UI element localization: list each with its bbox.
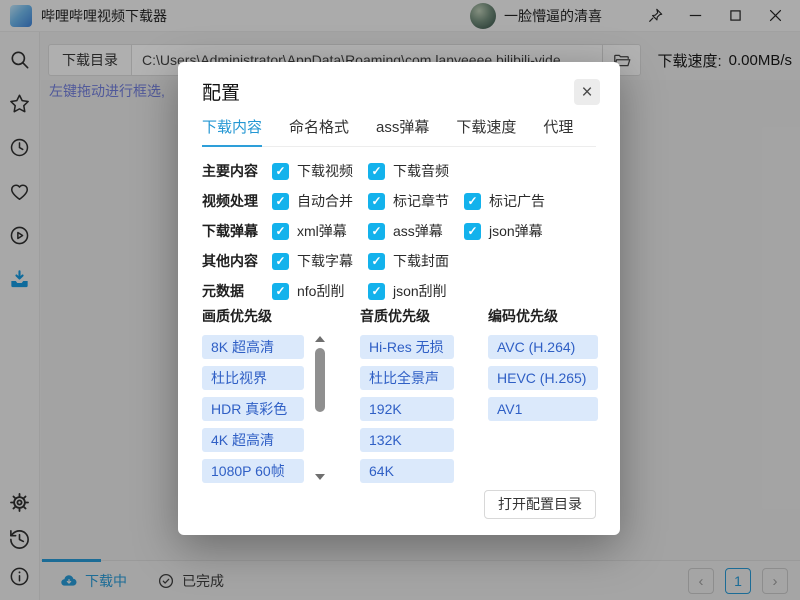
checkbox-download-video[interactable] bbox=[272, 163, 289, 180]
audio-item[interactable]: 192K bbox=[360, 397, 454, 421]
app-window: 哔哩哔哩视频下载器 一脸懵逼的清喜 bbox=[0, 0, 800, 600]
tab-ass-danmaku[interactable]: ass弹幕 bbox=[376, 116, 429, 146]
tab-download-speed[interactable]: 下载速度 bbox=[456, 116, 516, 146]
tab-download-content[interactable]: 下载内容 bbox=[202, 116, 262, 147]
priority-section: 画质优先级 8K 超高清 杜比视界 HDR 真彩色 4K 超高清 1080P 6… bbox=[202, 306, 596, 482]
row-other-content: 其他内容 下载字幕 下载封面 bbox=[202, 246, 560, 276]
quality-list-scrollbar[interactable] bbox=[314, 334, 326, 482]
config-dialog: 配置 下载内容 命名格式 ass弹幕 下载速度 代理 主要内容 下载视频 下载音… bbox=[178, 62, 620, 535]
row-video-processing: 视频处理 自动合并 标记章节 标记广告 bbox=[202, 186, 560, 216]
audio-item[interactable]: 64K bbox=[360, 459, 454, 483]
scrollbar-thumb[interactable] bbox=[315, 348, 325, 412]
audio-item[interactable]: 132K bbox=[360, 428, 454, 452]
checkbox-mark-ads[interactable] bbox=[464, 193, 481, 210]
checkbox-download-audio[interactable] bbox=[368, 163, 385, 180]
dialog-close-icon[interactable] bbox=[574, 79, 600, 105]
quality-item[interactable]: 1080P 60帧 bbox=[202, 459, 304, 483]
tab-proxy[interactable]: 代理 bbox=[543, 116, 573, 146]
codec-item[interactable]: AV1 bbox=[488, 397, 598, 421]
scroll-up-arrow-icon[interactable] bbox=[315, 336, 325, 342]
quality-item[interactable]: HDR 真彩色 bbox=[202, 397, 304, 421]
quality-item[interactable]: 杜比视界 bbox=[202, 366, 304, 390]
audio-item[interactable]: 杜比全景声 bbox=[360, 366, 454, 390]
checkbox-mark-chapters[interactable] bbox=[368, 193, 385, 210]
video-quality-priority-list: 画质优先级 8K 超高清 杜比视界 HDR 真彩色 4K 超高清 1080P 6… bbox=[202, 306, 326, 490]
checkbox-download-subtitles[interactable] bbox=[272, 253, 289, 270]
row-main-content: 主要内容 下载视频 下载音频 bbox=[202, 156, 560, 186]
checkbox-json-scrape[interactable] bbox=[368, 283, 385, 300]
tab-naming-format[interactable]: 命名格式 bbox=[289, 116, 349, 146]
audio-quality-priority-list: 音质优先级 Hi-Res 无损 杜比全景声 192K 132K 64K bbox=[360, 306, 454, 490]
audio-item[interactable]: Hi-Res 无损 bbox=[360, 335, 454, 359]
checkbox-json-danmaku[interactable] bbox=[464, 223, 481, 240]
codec-priority-list: 编码优先级 AVC (H.264) HEVC (H.265) AV1 bbox=[488, 306, 598, 428]
scroll-down-arrow-icon[interactable] bbox=[315, 474, 325, 480]
open-config-dir-button[interactable]: 打开配置目录 bbox=[484, 490, 596, 519]
codec-item[interactable]: HEVC (H.265) bbox=[488, 366, 598, 390]
row-metadata: 元数据 nfo刮削 json刮削 bbox=[202, 276, 560, 306]
quality-item[interactable]: 4K 超高清 bbox=[202, 428, 304, 452]
codec-item[interactable]: AVC (H.264) bbox=[488, 335, 598, 359]
checkbox-ass-danmaku[interactable] bbox=[368, 223, 385, 240]
quality-item[interactable]: 8K 超高清 bbox=[202, 335, 304, 359]
checkbox-auto-merge[interactable] bbox=[272, 193, 289, 210]
checkbox-section: 主要内容 下载视频 下载音频 视频处理 自动合并 标记章节 标记广告 下载弹幕 … bbox=[202, 156, 560, 306]
checkbox-nfo-scrape[interactable] bbox=[272, 283, 289, 300]
dialog-title: 配置 bbox=[202, 78, 240, 105]
checkbox-xml-danmaku[interactable] bbox=[272, 223, 289, 240]
config-tabs: 下载内容 命名格式 ass弹幕 下载速度 代理 bbox=[202, 116, 596, 147]
checkbox-download-cover[interactable] bbox=[368, 253, 385, 270]
row-download-danmaku: 下载弹幕 xml弹幕 ass弹幕 json弹幕 bbox=[202, 216, 560, 246]
